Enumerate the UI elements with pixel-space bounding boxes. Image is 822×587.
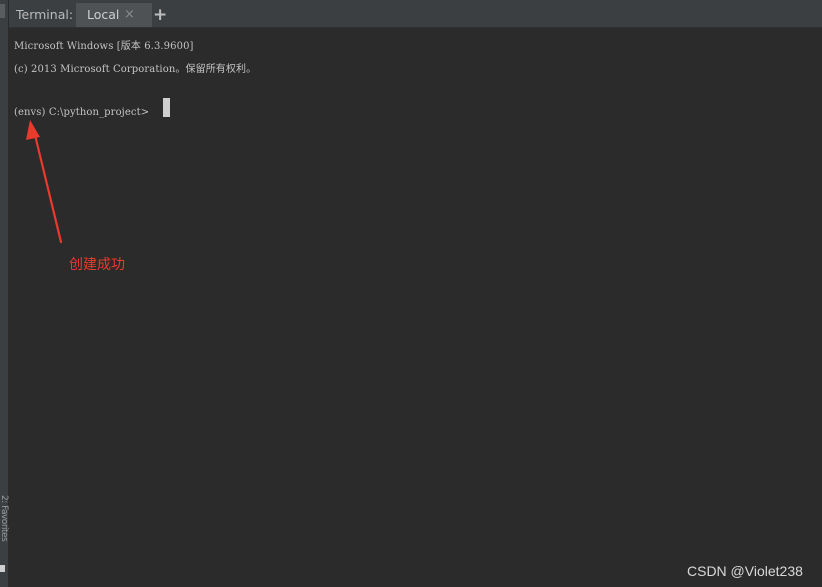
annotation-label: 创建成功	[69, 257, 125, 273]
watermark: CSDN @Violet238	[687, 563, 803, 579]
annotation-arrow	[26, 120, 63, 244]
